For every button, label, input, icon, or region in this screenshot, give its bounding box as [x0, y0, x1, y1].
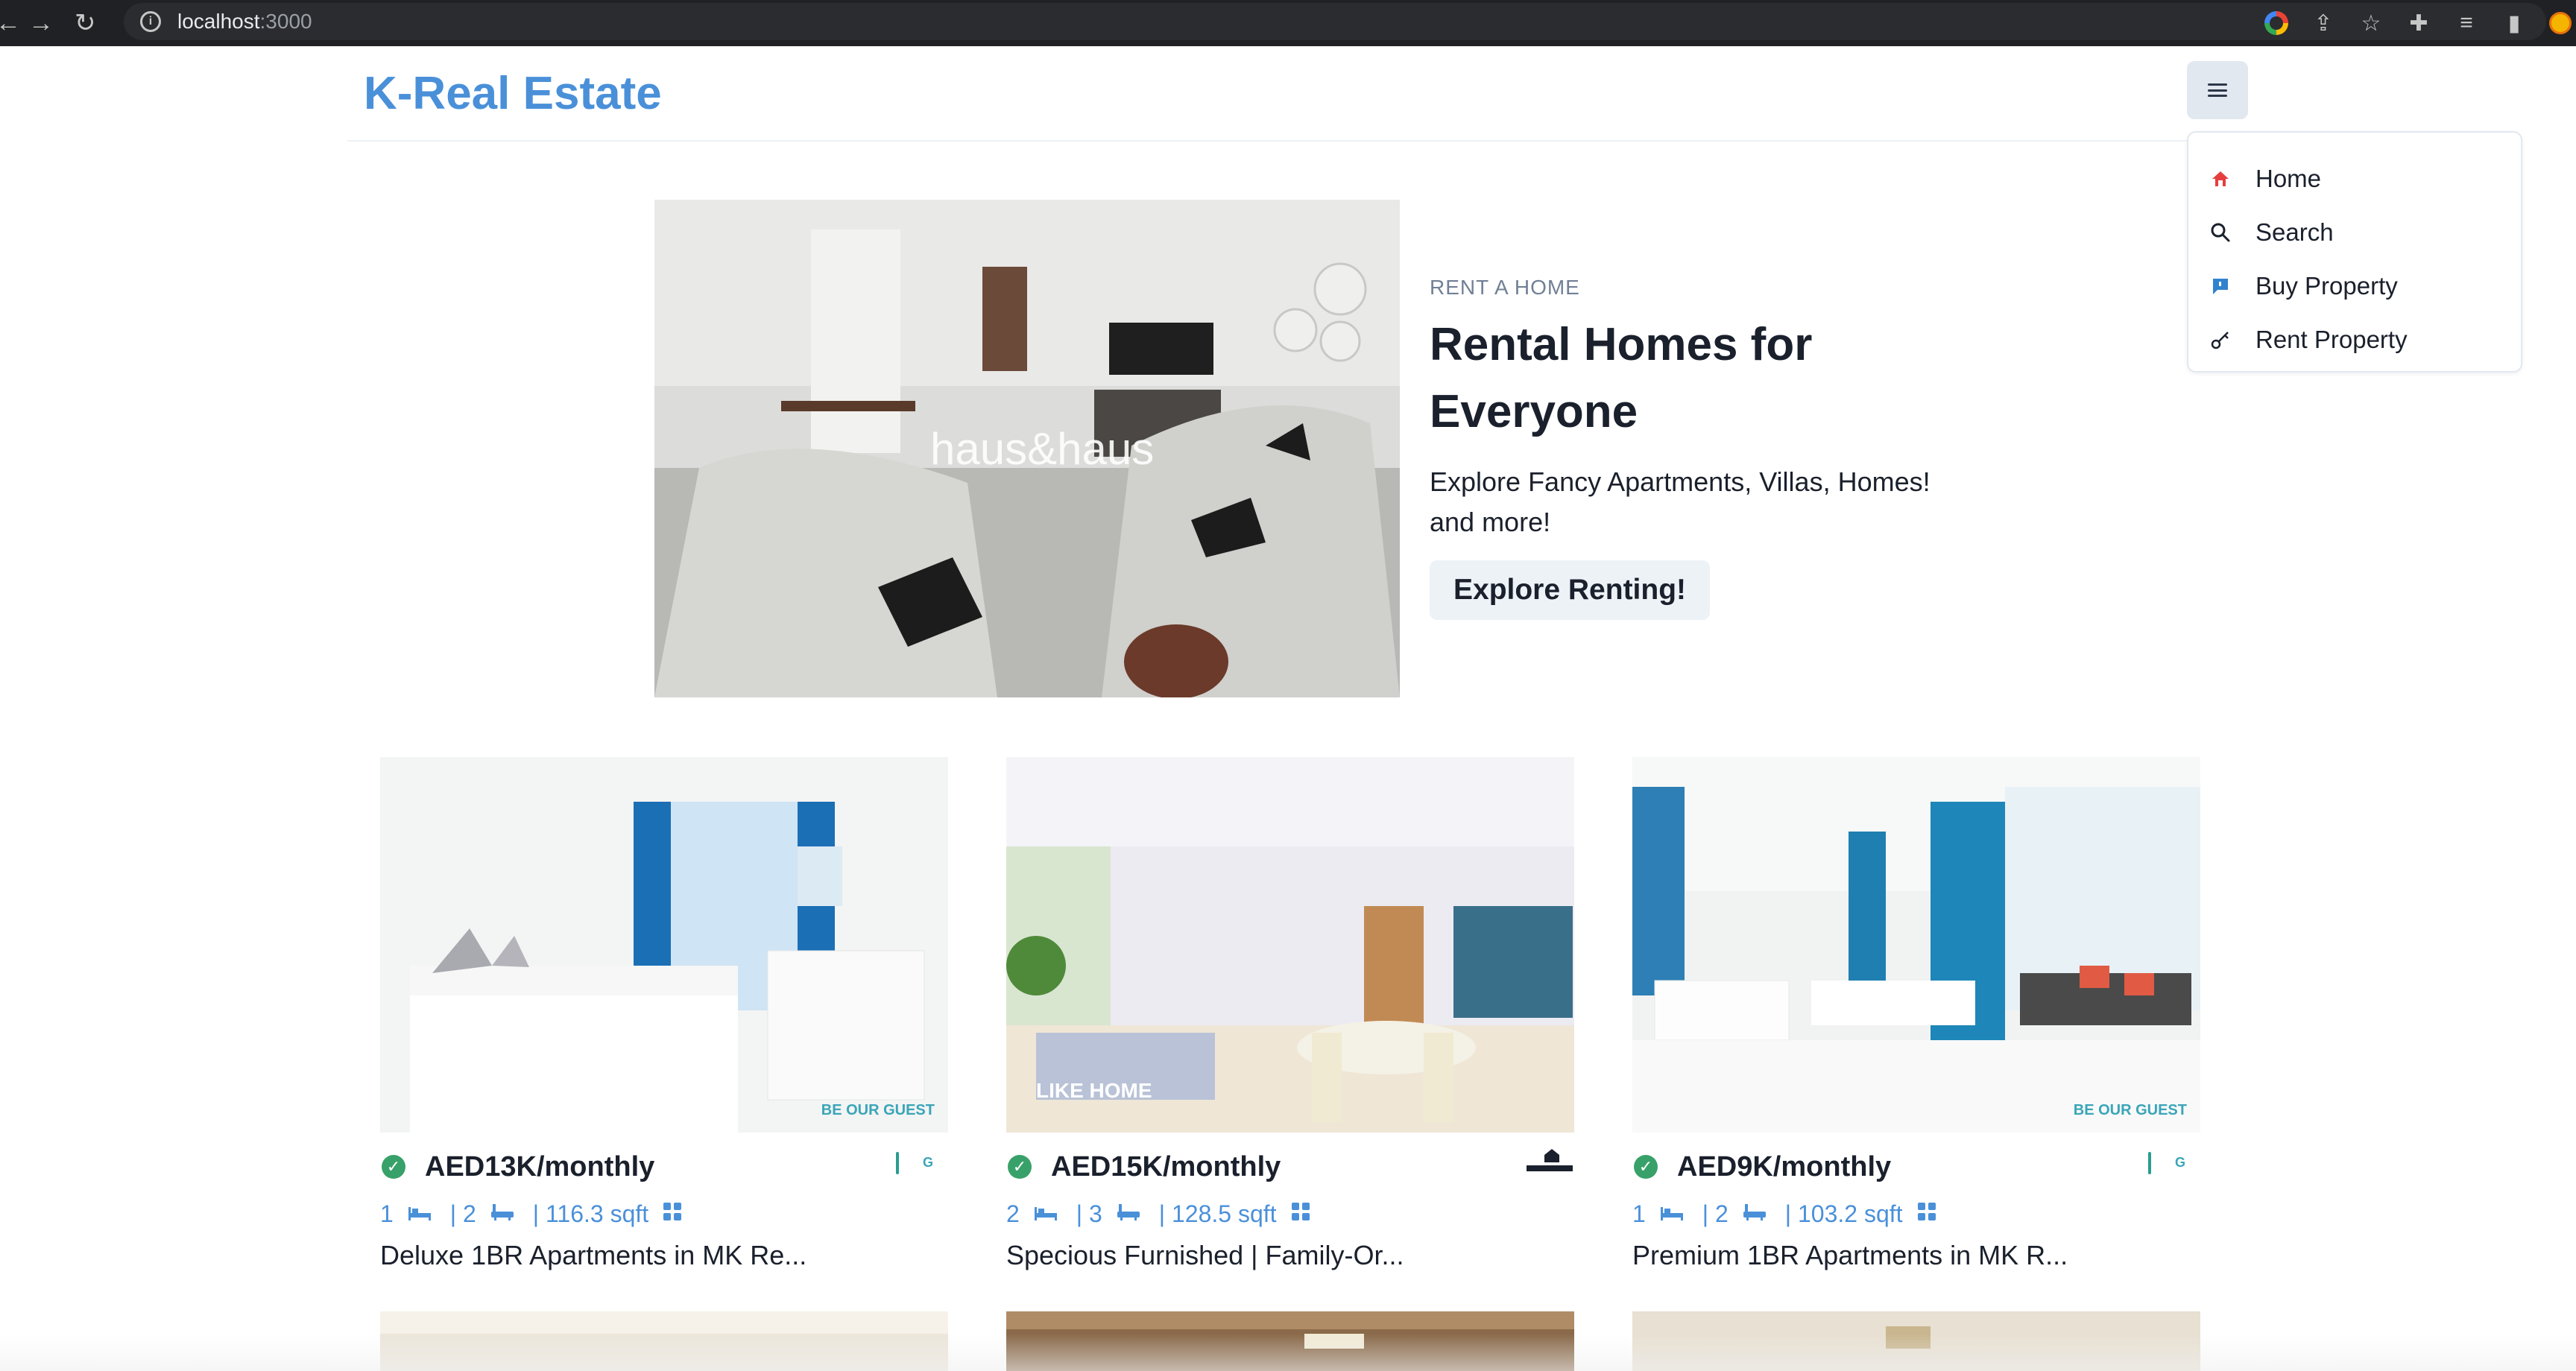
banner-title-line2: Everyone	[1430, 386, 1638, 437]
hamburger-icon	[2208, 83, 2227, 97]
banner-desc-line1: Explore Fancy Apartments, Villas, Homes!	[1430, 466, 1931, 497]
property-card[interactable]: BE OUR GUEST ✓ AED13K/monthly G 1 | 2 | …	[380, 757, 948, 1271]
bed-icon	[1033, 1200, 1058, 1228]
explore-renting-button[interactable]: Explore Renting!	[1430, 560, 1711, 620]
property-title[interactable]: Deluxe 1BR Apartments in MK Re...	[380, 1240, 948, 1271]
bed-icon	[1659, 1200, 1685, 1228]
menu-item-search[interactable]: Search	[2188, 206, 2521, 259]
property-specs: 1 | 2 | 103.2 sqft	[1632, 1195, 2200, 1232]
brand-logo[interactable]: K-Real Estate	[364, 67, 662, 120]
banner-image: haus&haus	[654, 200, 1400, 697]
photo-watermark: LIKE HOME	[1036, 1079, 1152, 1102]
search-icon	[2208, 220, 2233, 245]
property-specs: 2 | 3 | 128.5 sqft	[1006, 1195, 1574, 1232]
property-price: AED13K/monthly	[425, 1150, 655, 1182]
bath-icon	[1742, 1200, 1767, 1228]
menu-item-buy-property[interactable]: Buy Property	[2188, 259, 2521, 313]
menu-item-label: Rent Property	[2255, 326, 2408, 353]
menu-item-label: Buy Property	[2255, 272, 2398, 300]
banner-content: RENT A HOME Rental Homes for Everyone Ex…	[1430, 276, 2026, 620]
nav-dropdown-menu: Home Search Buy Property Rent Property	[2187, 131, 2522, 373]
bed-icon	[407, 1200, 432, 1228]
property-image[interactable]: LIKE HOME	[1006, 757, 1574, 1133]
google-icon[interactable]	[2264, 11, 2288, 35]
site-navbar: K-Real Estate	[347, 46, 2218, 142]
property-card[interactable]: LIKE HOME ✓ AED15K/monthly 2 | 3 | 128.5…	[1006, 757, 1574, 1271]
grid-icon	[662, 1200, 683, 1228]
url-host: localhost	[177, 10, 260, 33]
banner-title: Rental Homes for Everyone	[1430, 311, 2026, 446]
verified-icon: ✓	[1008, 1155, 1032, 1179]
photo-watermark: BE OUR GUEST	[821, 1102, 935, 1118]
home-icon	[2208, 166, 2233, 191]
banner-description: Explore Fancy Apartments, Villas, Homes!…	[1430, 462, 1951, 542]
reload-icon[interactable]: ↻	[75, 0, 96, 46]
property-price: AED15K/monthly	[1051, 1150, 1281, 1182]
property-image[interactable]: BE OUR GUEST	[380, 757, 948, 1133]
reading-list-icon[interactable]: ≡	[2454, 10, 2479, 36]
key-icon	[2208, 327, 2233, 352]
site-info-icon[interactable]: i	[140, 11, 161, 32]
agency-logo	[1522, 1146, 1574, 1185]
banner-watermark: haus&haus	[930, 424, 1155, 474]
banner-title-line1: Rental Homes for	[1430, 319, 1813, 370]
url-port: :3000	[259, 10, 312, 33]
property-title[interactable]: Specious Furnished | Family-Or...	[1006, 1240, 1574, 1271]
back-icon[interactable]: ←	[0, 0, 21, 46]
property-image[interactable]: BE OUR GUEST	[1632, 757, 2200, 1133]
bath-icon	[490, 1200, 515, 1228]
baths-count: | 2	[1702, 1200, 1729, 1227]
bookmark-star-icon[interactable]: ☆	[2358, 10, 2384, 36]
area-size: | 116.3 sqft	[532, 1200, 649, 1227]
agency-logo: G	[2148, 1146, 2200, 1185]
rooms-count: 1	[380, 1200, 394, 1227]
address-bar[interactable]: i localhost:3000	[124, 3, 2546, 40]
hamburger-menu-button[interactable]	[2187, 61, 2248, 119]
extensions-icon[interactable]: ✚	[2406, 10, 2431, 36]
property-card[interactable]: BE OUR GUEST ✓ AED9K/monthly G 1 | 2 | 1…	[1632, 757, 2200, 1271]
rooms-count: 2	[1006, 1200, 1020, 1227]
area-size: | 103.2 sqft	[1784, 1200, 1903, 1227]
banner-desc-line2: and more!	[1430, 507, 1551, 537]
rooms-count: 1	[1632, 1200, 1646, 1227]
bath-icon	[1116, 1200, 1141, 1228]
baths-count: | 2	[449, 1200, 476, 1227]
verified-icon: ✓	[1634, 1155, 1658, 1179]
svg-text:G: G	[923, 1155, 933, 1170]
agency-logo: G	[896, 1146, 948, 1185]
profile-avatar[interactable]	[2549, 12, 2572, 34]
browser-toolbar: ← → ↻ i localhost:3000 ⇪ ☆ ✚ ≡ ▮	[0, 0, 2576, 46]
menu-item-label: Search	[2255, 218, 2334, 246]
forward-icon[interactable]: →	[28, 0, 54, 46]
page-bottom-shadow	[0, 1334, 2576, 1371]
photo-watermark: BE OUR GUEST	[2073, 1102, 2187, 1118]
menu-item-home[interactable]: Home	[2188, 152, 2521, 206]
grid-icon	[1290, 1200, 1311, 1228]
grid-icon	[1916, 1200, 1937, 1228]
chat-icon	[2208, 273, 2233, 299]
svg-text:G: G	[2175, 1155, 2185, 1170]
area-size: | 128.5 sqft	[1158, 1200, 1277, 1227]
verified-icon: ✓	[382, 1155, 405, 1179]
property-price: AED9K/monthly	[1677, 1150, 1892, 1182]
banner-eyebrow: RENT A HOME	[1430, 276, 1580, 299]
side-panel-icon[interactable]: ▮	[2501, 10, 2527, 36]
menu-item-label: Home	[2255, 165, 2322, 192]
baths-count: | 3	[1076, 1200, 1102, 1227]
share-icon[interactable]: ⇪	[2311, 10, 2336, 36]
menu-item-rent-property[interactable]: Rent Property	[2188, 313, 2521, 367]
property-title[interactable]: Premium 1BR Apartments in MK R...	[1632, 1240, 2200, 1271]
property-specs: 1 | 2 | 116.3 sqft	[380, 1195, 948, 1232]
